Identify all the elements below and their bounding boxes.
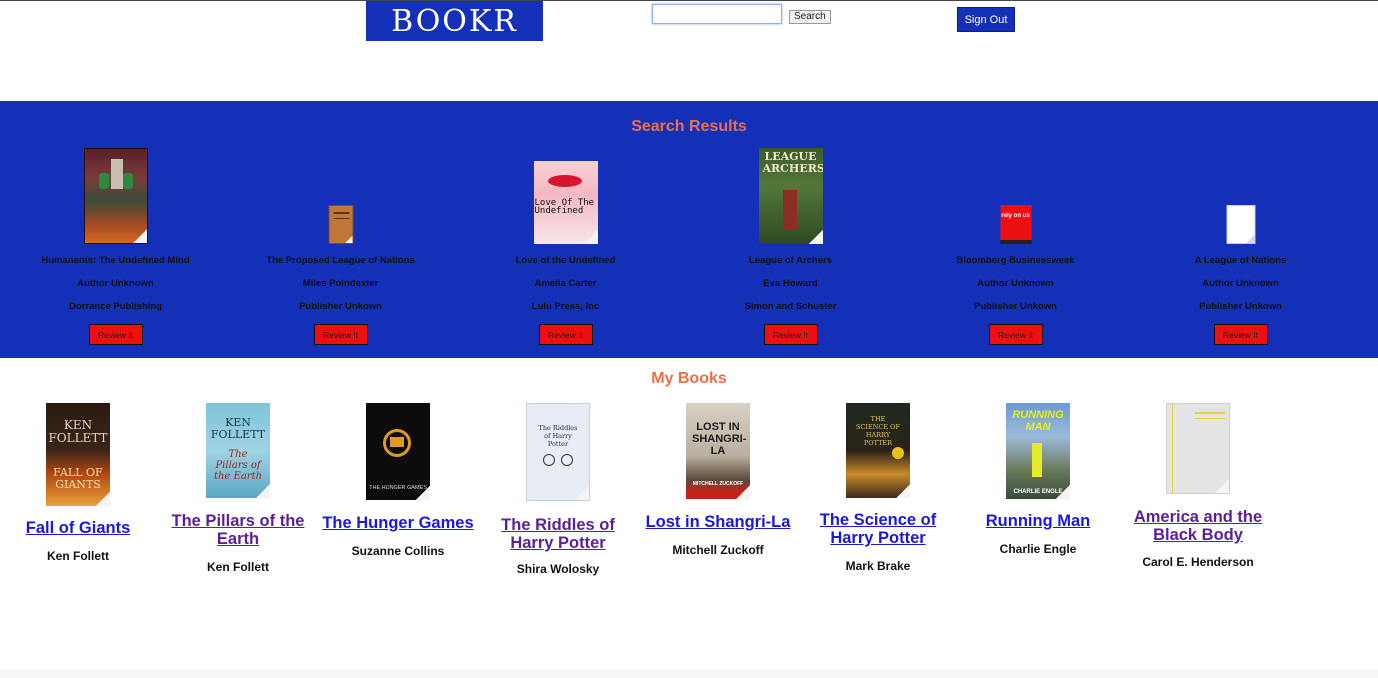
result-author: Eva Howard bbox=[763, 278, 818, 289]
book-title-link[interactable]: The Science of Harry Potter bbox=[798, 511, 958, 547]
review-it-button[interactable]: Review It bbox=[1213, 324, 1268, 345]
book-cover-image[interactable] bbox=[1166, 403, 1230, 494]
book-title-link[interactable]: The Riddles of Harry Potter bbox=[478, 516, 638, 552]
review-it-button[interactable]: Review It bbox=[763, 324, 818, 345]
bookr-logo[interactable]: BOOKR bbox=[366, 1, 543, 41]
book-title-link[interactable]: Fall of Giants bbox=[0, 519, 158, 537]
cover-text: rely on us bbox=[1001, 213, 1030, 219]
book-author: Charlie Engle bbox=[999, 542, 1077, 556]
my-books-section: My Books KEN FOLLETT FALL OF GIANTS Fall… bbox=[0, 358, 1378, 678]
book-author: Mark Brake bbox=[845, 559, 911, 573]
book-title-link[interactable]: Running Man bbox=[958, 512, 1118, 530]
search-results-section: Search Results Humanants: The Undefined … bbox=[0, 101, 1378, 358]
book-author: Shira Wolosky bbox=[516, 562, 600, 576]
book-author: Suzanne Collins bbox=[351, 544, 445, 558]
book-title-link[interactable]: The Pillars of the Earth bbox=[158, 512, 318, 548]
result-publisher: Publisher Unkown bbox=[1199, 301, 1282, 312]
header: BOOKR Search Sign Out bbox=[0, 1, 1378, 101]
result-title: A League of Nations bbox=[1194, 255, 1287, 266]
cover-text: LOST IN SHANGRI-LA bbox=[692, 421, 747, 457]
review-it-button[interactable]: Review It bbox=[88, 324, 143, 345]
book-author: Mitchell Zuckoff bbox=[672, 543, 764, 557]
cover-text: THE SCIENCE OF HARRY POTTER bbox=[855, 415, 901, 447]
book-cover-image[interactable]: KEN FOLLETT The Pillars of the Earth bbox=[206, 403, 270, 498]
book-author: Ken Follett bbox=[207, 560, 269, 574]
search-input[interactable] bbox=[652, 4, 782, 24]
sign-out-button[interactable]: Sign Out bbox=[957, 7, 1015, 32]
book-title-link[interactable]: Lost in Shangri-La bbox=[638, 513, 798, 531]
book-cover-image[interactable]: RUNNING MAN CHARLIE ENGLE bbox=[1006, 403, 1070, 499]
book-cover-image[interactable]: Love Of The Undefined bbox=[533, 161, 598, 244]
book-cover-image[interactable] bbox=[328, 205, 353, 244]
result-publisher: Publisher Unkown bbox=[974, 301, 1057, 312]
result-title: League of Archers bbox=[748, 255, 833, 266]
book-cover-image[interactable]: LEAGUE ARCHERS bbox=[758, 148, 823, 244]
result-title: The Proposed League of Nations bbox=[266, 255, 415, 266]
cover-text: Love Of The Undefined bbox=[534, 198, 595, 216]
book-cover-image[interactable]: THE HUNGER GAMES bbox=[366, 403, 430, 500]
result-title: Humanants: The Undefined Mind bbox=[41, 255, 190, 266]
book-cover-image[interactable] bbox=[1226, 205, 1255, 244]
cover-text: The Pillars of the Earth bbox=[213, 449, 263, 482]
result-author: Miles Poindexter bbox=[302, 278, 379, 289]
book-cover-image[interactable]: The Riddles of Harry Potter bbox=[526, 403, 590, 501]
result-author: Author Unknown bbox=[977, 278, 1054, 289]
book-cover-image[interactable]: LOST IN SHANGRI-LA MITCHELL ZUCKOFF bbox=[686, 403, 750, 499]
book-cover-image[interactable] bbox=[83, 148, 148, 244]
cover-text: KEN FOLLETT bbox=[48, 418, 108, 445]
book-cover-image[interactable]: rely on us bbox=[1000, 205, 1031, 244]
result-author: Author Unknown bbox=[77, 278, 154, 289]
cover-text: LEAGUE ARCHERS bbox=[762, 150, 823, 175]
logo-text: BOOKR bbox=[391, 3, 518, 39]
search-button[interactable]: Search bbox=[789, 10, 831, 24]
cover-text: RUNNING MAN bbox=[1012, 409, 1064, 433]
result-publisher: Publisher Unkown bbox=[299, 301, 382, 312]
cover-text: KEN FOLLETT bbox=[210, 416, 266, 441]
my-books-heading: My Books bbox=[651, 370, 727, 387]
book-title-link[interactable]: America and the Black Body bbox=[1118, 508, 1278, 544]
result-author: Author Unknown bbox=[1202, 278, 1279, 289]
result-publisher: Dorrance Publishing bbox=[69, 301, 162, 312]
book-title-link[interactable]: The Hunger Games bbox=[318, 514, 478, 532]
book-cover-image[interactable]: KEN FOLLETT FALL OF GIANTS bbox=[46, 403, 110, 506]
result-publisher: Simon and Schuster bbox=[744, 301, 837, 312]
cover-text: FALL OF GIANTS bbox=[53, 466, 103, 491]
book-author: Ken Follett bbox=[47, 549, 109, 563]
result-publisher: Lulu Press, Inc bbox=[531, 301, 600, 312]
cover-text: The Riddles of Harry Potter bbox=[538, 424, 578, 448]
result-author: Amelia Carter bbox=[534, 278, 597, 289]
book-cover-image[interactable]: THE SCIENCE OF HARRY POTTER bbox=[846, 403, 910, 498]
review-it-button[interactable]: Review It bbox=[988, 324, 1043, 345]
book-author: Carol E. Henderson bbox=[1142, 555, 1254, 569]
review-it-button[interactable]: Review It bbox=[313, 324, 368, 345]
review-it-button[interactable]: Review It bbox=[538, 324, 593, 345]
result-title: Bloomberg Businessweek bbox=[956, 255, 1075, 266]
result-title: Love of the Undefined bbox=[515, 255, 616, 266]
